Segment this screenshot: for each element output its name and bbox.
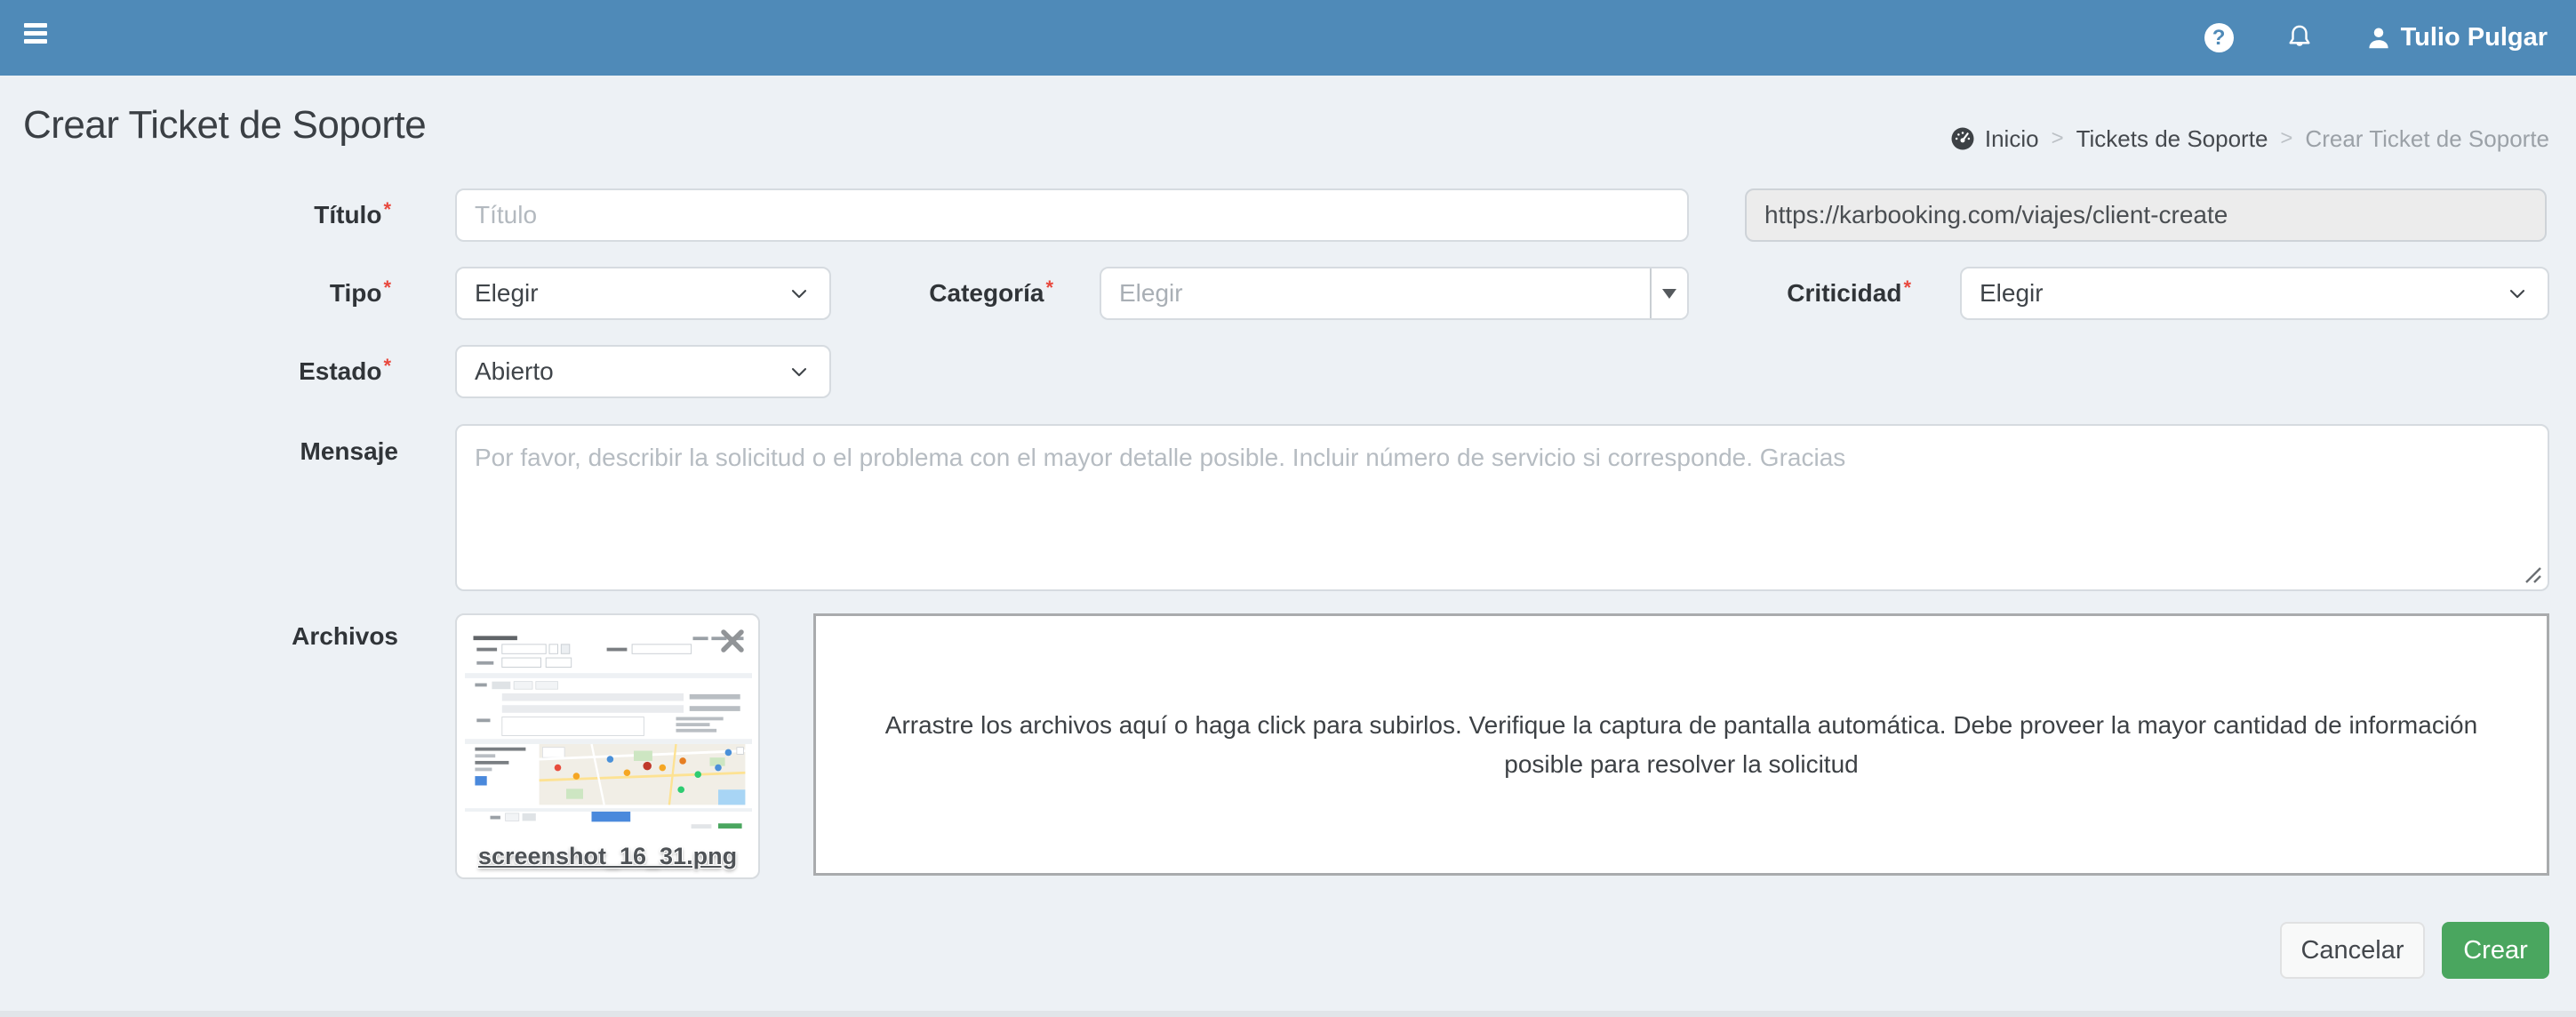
footer-divider bbox=[0, 1011, 2576, 1017]
breadcrumb-tickets-label: Tickets de Soporte bbox=[2076, 125, 2268, 153]
mensaje-textarea[interactable] bbox=[455, 424, 2549, 591]
chevron-down-icon bbox=[787, 359, 812, 384]
caret-down-icon bbox=[1662, 289, 1676, 299]
url-input[interactable] bbox=[1745, 188, 2547, 242]
estado-select-value: Abierto bbox=[475, 357, 554, 386]
criticidad-select-value: Elegir bbox=[1980, 279, 2044, 308]
required-asterisk: * bbox=[1903, 276, 1911, 299]
page-title: Crear Ticket de Soporte bbox=[23, 103, 426, 148]
user-icon bbox=[2365, 25, 2392, 52]
categoria-placeholder: Elegir bbox=[1101, 268, 1650, 318]
categoria-dropdown-button[interactable] bbox=[1650, 268, 1687, 318]
criticidad-select[interactable]: Elegir bbox=[1960, 267, 2549, 320]
screenshot-thumbnail-image bbox=[465, 624, 752, 829]
chevron-down-icon bbox=[2505, 281, 2530, 306]
user-name: Tulio Pulgar bbox=[2401, 23, 2548, 52]
breadcrumb-separator: > bbox=[2052, 126, 2064, 151]
user-menu[interactable]: Tulio Pulgar bbox=[2365, 23, 2548, 52]
required-asterisk: * bbox=[1045, 276, 1053, 299]
create-support-ticket-page: ? Tulio Pulgar Crear Ticket de Soporte bbox=[0, 0, 2576, 1017]
help-icon[interactable]: ? bbox=[2204, 23, 2234, 52]
criticidad-label: Criticidad* bbox=[1689, 279, 1911, 308]
breadcrumb-home[interactable]: Inicio bbox=[1949, 125, 2039, 153]
breadcrumb-home-label: Inicio bbox=[1985, 125, 2039, 153]
titulo-input[interactable] bbox=[455, 188, 1689, 242]
uploaded-file-thumbnail[interactable]: screenshot_16_31.png bbox=[455, 613, 760, 879]
mensaje-label: Mensaje bbox=[0, 437, 398, 466]
breadcrumb-current: Crear Ticket de Soporte bbox=[2305, 125, 2549, 153]
required-asterisk: * bbox=[383, 276, 391, 299]
tipo-select[interactable]: Elegir bbox=[455, 267, 831, 320]
estado-label: Estado* bbox=[0, 357, 391, 386]
breadcrumb-separator: > bbox=[2280, 126, 2292, 151]
create-button[interactable]: Crear bbox=[2442, 922, 2549, 979]
required-asterisk: * bbox=[383, 198, 391, 220]
breadcrumb-tickets[interactable]: Tickets de Soporte bbox=[2076, 125, 2268, 153]
remove-file-button[interactable] bbox=[717, 626, 748, 656]
titulo-label: Título* bbox=[0, 201, 391, 229]
textarea-resize-handle[interactable] bbox=[2517, 559, 2542, 584]
file-dropzone[interactable]: Arrastre los archivos aquí o haga click … bbox=[813, 613, 2549, 876]
required-asterisk: * bbox=[383, 355, 391, 377]
notifications-bell-icon[interactable] bbox=[2284, 22, 2316, 54]
hamburger-menu-icon[interactable] bbox=[24, 23, 54, 53]
topbar-right-cluster: ? Tulio Pulgar bbox=[2204, 0, 2548, 76]
archivos-label: Archivos bbox=[0, 622, 398, 651]
categoria-label: Categoría* bbox=[800, 279, 1053, 308]
tipo-select-value: Elegir bbox=[475, 279, 539, 308]
estado-select[interactable]: Abierto bbox=[455, 345, 831, 398]
top-navbar: ? Tulio Pulgar bbox=[0, 0, 2576, 76]
breadcrumb: Inicio > Tickets de Soporte > Crear Tick… bbox=[1949, 123, 2549, 155]
cancel-button[interactable]: Cancelar bbox=[2280, 922, 2425, 979]
dropzone-instructions: Arrastre los archivos aquí o haga click … bbox=[861, 706, 2501, 783]
uploaded-file-name: screenshot_16_31.png bbox=[457, 843, 758, 870]
tipo-label: Tipo* bbox=[0, 279, 391, 308]
categoria-combobox[interactable]: Elegir bbox=[1100, 267, 1689, 320]
dashboard-icon bbox=[1949, 125, 1976, 152]
